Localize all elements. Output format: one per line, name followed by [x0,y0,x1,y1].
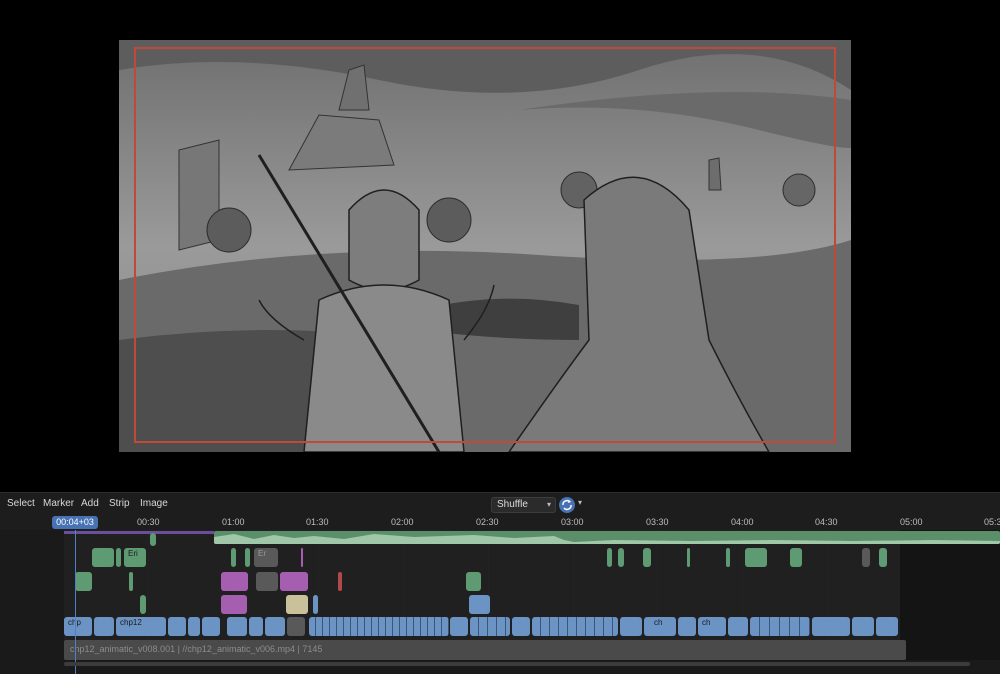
meta-strip[interactable] [280,572,308,591]
image-strip[interactable] [168,617,186,636]
ruler-tick: 03:00 [561,517,584,527]
strip[interactable] [466,572,481,591]
strip[interactable] [879,548,887,567]
image-strip[interactable] [620,617,642,636]
movie-strip-label: chp12_animatic_v008.001 | //chp12_animat… [70,644,323,654]
ruler-tick: 02:00 [391,517,414,527]
menu-image[interactable]: Image [140,498,168,509]
strip-eri[interactable]: Eri [124,548,146,567]
image-strip[interactable] [678,617,696,636]
chevron-down-icon[interactable]: ▾ [578,498,582,507]
strip[interactable] [338,572,342,591]
menu-strip[interactable]: Strip [109,498,130,509]
strip[interactable] [862,548,870,567]
current-frame-indicator[interactable]: 00:04+03 [52,516,98,529]
strip[interactable] [92,548,114,567]
strip[interactable] [726,548,730,567]
image-strip[interactable] [728,617,748,636]
strip[interactable] [129,572,133,591]
time-ruler[interactable]: 00:04+03 00:30 01:00 01:30 02:00 02:30 0… [0,516,1000,530]
image-strip[interactable] [202,617,220,636]
strip-label: Eri [128,549,138,558]
image-strip-chp12[interactable]: chp12 [116,617,166,636]
image-strip[interactable] [286,595,308,614]
strip[interactable] [643,548,651,567]
strip[interactable] [116,548,121,567]
image-strip-ch[interactable]: ch [644,617,676,636]
strip-label: ch [702,618,711,627]
image-strip[interactable] [227,617,247,636]
ruler-tick: 05:3 [984,517,1000,527]
meta-strip[interactable] [256,572,278,591]
preview-frame [119,40,851,452]
meta-strip[interactable] [221,595,247,614]
strip-label: ch [654,618,663,627]
strip[interactable] [469,595,490,614]
ruler-tick: 04:30 [815,517,838,527]
image-strip[interactable] [309,617,449,636]
movie-strip[interactable]: chp12_animatic_v008.001 | //chp12_animat… [64,640,906,660]
horizontal-scrollbar[interactable] [64,662,970,666]
ruler-tick: 01:30 [306,517,329,527]
ruler-tick: 02:30 [476,517,499,527]
ruler-tick: 03:30 [646,517,669,527]
image-strip[interactable] [470,617,510,636]
out-of-range-area [900,530,1000,660]
strip[interactable] [790,548,802,567]
strip[interactable] [687,548,690,567]
sequencer-header: Select Marker Add Strip Image Shuffle ▾ … [0,492,1000,516]
menu-marker[interactable]: Marker [43,498,74,509]
ruler-tick: 05:00 [900,517,923,527]
overlay-mode-value: Shuffle [497,499,528,510]
strip[interactable] [245,548,250,567]
strip[interactable] [150,533,156,546]
sync-icon[interactable] [559,497,575,513]
overlay-mode-select[interactable]: Shuffle ▾ [491,497,556,513]
playhead[interactable] [75,530,76,674]
sequencer-preview[interactable] [0,0,1000,492]
image-strip-chp[interactable]: chp [64,617,92,636]
strip-label: Er [258,549,266,558]
meta-range-bar [64,531,214,534]
image-strip[interactable] [249,617,263,636]
image-strip[interactable] [512,617,530,636]
ruler-tick: 01:00 [222,517,245,527]
image-strip[interactable] [450,617,468,636]
ruler-tick: 04:00 [731,517,754,527]
strip[interactable] [607,548,612,567]
image-strip[interactable] [532,617,618,636]
strip[interactable] [140,595,146,614]
strip[interactable] [75,572,92,591]
meta-strip[interactable] [221,572,248,591]
image-strip-ch-2[interactable]: ch [698,617,726,636]
strip[interactable] [618,548,624,567]
strip-label: chp12 [120,618,142,627]
image-strip[interactable] [750,617,810,636]
image-strip[interactable] [876,617,898,636]
image-strip[interactable] [287,617,305,636]
strip[interactable] [745,548,767,567]
menu-select[interactable]: Select [7,498,35,509]
image-strip[interactable] [188,617,200,636]
storyboard-sketch [119,40,851,452]
chevron-down-icon: ▾ [546,500,551,509]
image-strip[interactable] [852,617,874,636]
ruler-tick: 00:30 [137,517,160,527]
waveform [214,534,1000,544]
image-strip[interactable] [265,617,285,636]
sequencer-timeline[interactable]: Eri Er chp chp12 ch ch chp12_ani [0,530,1000,674]
image-strip[interactable] [812,617,850,636]
menu-add[interactable]: Add [81,498,99,509]
strip[interactable] [313,595,318,614]
strip-er[interactable]: Er [254,548,278,567]
sound-strip[interactable] [214,531,1000,544]
strip[interactable] [231,548,236,567]
strip[interactable] [301,548,303,567]
image-strip[interactable] [94,617,114,636]
